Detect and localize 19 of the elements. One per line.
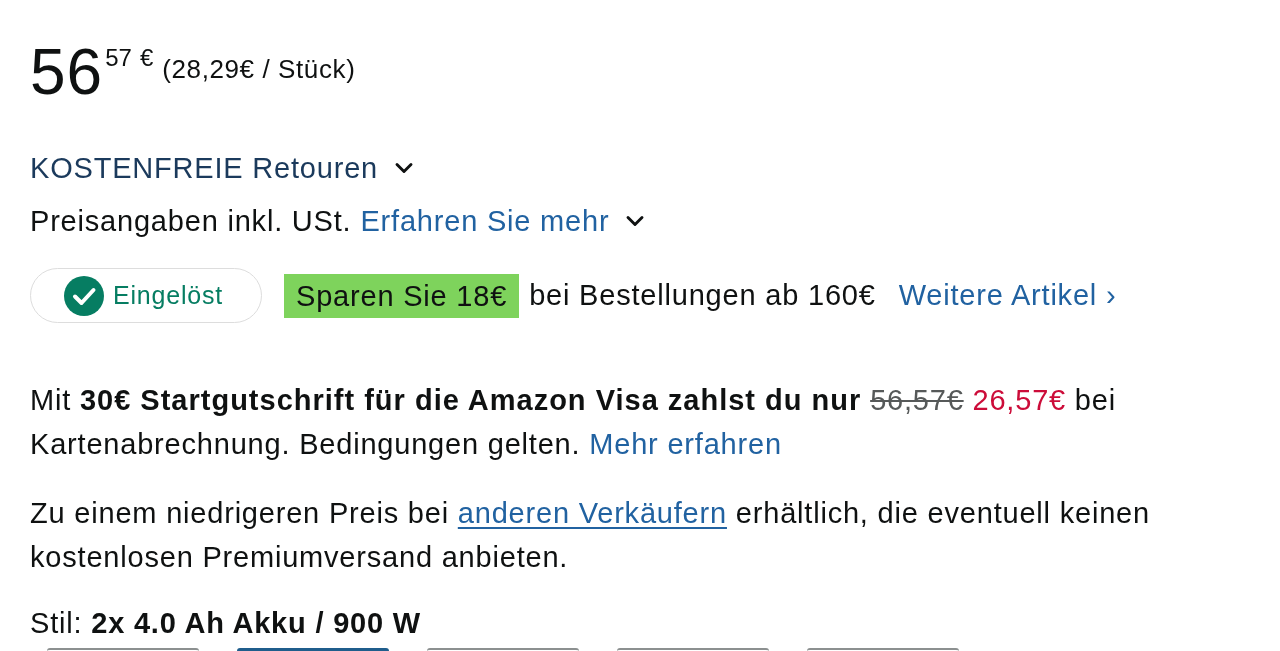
currency-symbol: € <box>139 46 154 70</box>
learn-more-link[interactable]: Erfahren Sie mehr <box>360 199 650 243</box>
style-option-button[interactable] <box>807 648 959 651</box>
visa-offer-text: Mit 30€ Startgutschrift für die Amazon Visa zahlst du nur 56,57€ 26,57€ bei Kartenabrechnung. Bedingungen gelten. Mehr erfahren <box>30 383 1117 462</box>
free-returns-link[interactable]: KOSTENFREIE Retouren <box>30 146 418 190</box>
other-sellers-link[interactable]: anderen Verkäufern <box>457 497 727 529</box>
more-items-link[interactable]: Weitere Artikel › <box>898 279 1117 312</box>
tax-note: Preisangaben inkl. USt. <box>30 204 352 239</box>
style-option-button[interactable] <box>427 648 579 651</box>
style-option-button[interactable] <box>617 648 769 651</box>
style-option-button[interactable] <box>47 648 199 651</box>
price-whole: 56 <box>30 40 104 104</box>
price-fraction: 57 <box>105 46 132 70</box>
savings-badge: Sparen Sie 18€ <box>284 273 520 318</box>
other-sellers-text: Zu einem niedrigeren Preis bei anderen Verkäufern erhältlich, die eventuell keinen kostenlosen Premiumversand anbieten. <box>30 496 1151 575</box>
coupon-condition: bei Bestellungen ab 160€ <box>529 279 876 312</box>
more-info-link[interactable]: Mehr erfahren <box>589 428 782 460</box>
style-label: Stil: 2x 4.0 Ah Akku / 900 W <box>30 606 421 641</box>
unit-price: (28,29€ / Stück) <box>162 56 356 82</box>
